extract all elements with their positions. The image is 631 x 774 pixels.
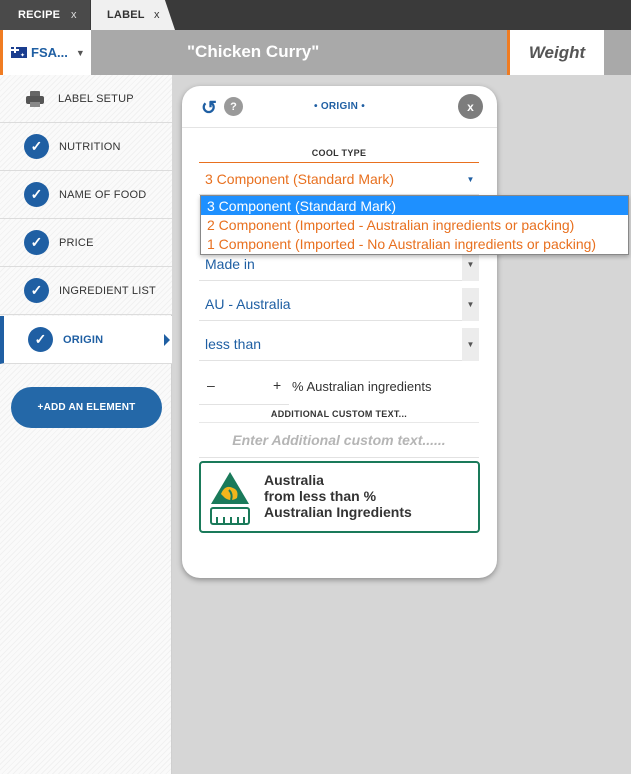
dropdown-option-2-component[interactable]: 2 Component (Imported - Australian ingre… (201, 215, 628, 234)
cool-type-value: 3 Component (Standard Mark) (205, 170, 395, 187)
cool-type-dropdown: 3 Component (Standard Mark) 2 Component … (200, 195, 629, 255)
check-icon: ✓ (24, 134, 49, 159)
check-icon: ✓ (24, 230, 49, 255)
sidebar-item-name-of-food[interactable]: ✓ NAME OF FOOD (0, 171, 172, 219)
check-icon: ✓ (24, 182, 49, 207)
preview-text: Australia from less than % Australian In… (264, 472, 412, 520)
country-select[interactable]: AU - Australia ▼ (199, 288, 479, 321)
recipe-title: "Chicken Curry" (187, 42, 320, 61)
sidebar-item-label: ORIGIN (63, 333, 104, 346)
preview-line-country: Australia (264, 472, 324, 488)
preview-line-ingredients: Australian Ingredients (264, 504, 412, 520)
dropdown-option-1-component[interactable]: 1 Component (Imported - No Australian in… (201, 234, 628, 253)
sidebar-item-ingredient-list[interactable]: ✓ INGREDIENT LIST (0, 267, 172, 315)
printer-icon (26, 90, 44, 107)
tab-recipe[interactable]: RECIPE x (0, 0, 90, 30)
tab-label-close-icon[interactable]: x (154, 9, 160, 21)
chevron-right-icon (164, 334, 170, 346)
tab-recipe-label: RECIPE (18, 9, 61, 21)
sidebar-item-price[interactable]: ✓ PRICE (0, 219, 172, 267)
chevron-down-icon: ▼ (75, 47, 85, 58)
sidebar-item-label: LABEL SETUP (58, 92, 134, 105)
sidebar-item-origin[interactable]: ✓ ORIGIN (0, 316, 172, 364)
chevron-down-icon: ▼ (466, 175, 475, 184)
region-selector[interactable]: FSA... ▼ (0, 30, 91, 75)
comparison-select[interactable]: less than ▼ (199, 328, 479, 361)
tab-label-label: LABEL (107, 9, 145, 21)
percent-ingredients-label: % Australian ingredients (292, 379, 432, 394)
sidebar-item-label: NUTRITION (59, 140, 121, 153)
custom-text-input[interactable]: Enter Additional custom text...... (199, 422, 479, 458)
tab-recipe-close-icon[interactable]: x (71, 9, 77, 21)
preview-line-claim: from less than % (264, 488, 377, 504)
country-value: AU - Australia (205, 296, 291, 312)
australia-flag-icon (11, 47, 27, 59)
panel-header: ↺ ? • ORIGIN • x (182, 86, 497, 128)
sidebar-item-nutrition[interactable]: ✓ NUTRITION (0, 123, 172, 171)
header-right-filler (604, 30, 631, 75)
origin-panel: ↺ ? • ORIGIN • x COOL TYPE 3 Component (… (182, 86, 497, 578)
panel-title: • ORIGIN • (313, 101, 366, 112)
sidebar-item-label: INGREDIENT LIST (59, 284, 156, 297)
custom-text-label: ADDITIONAL CUSTOM TEXT... (270, 409, 408, 419)
decrement-button[interactable]: – (207, 377, 215, 393)
sidebar-item-label: PRICE (59, 236, 94, 249)
australian-made-logo-icon (210, 472, 250, 525)
check-icon: ✓ (28, 327, 53, 352)
label-preview: Australia from less than % Australian In… (199, 461, 480, 533)
comparison-value: less than (205, 336, 262, 352)
increment-button[interactable]: + (273, 377, 281, 393)
check-icon: ✓ (24, 278, 49, 303)
region-label: FSA... (31, 45, 68, 60)
weight-button[interactable]: Weight (507, 30, 604, 75)
chevron-down-icon: ▼ (462, 328, 479, 361)
dropdown-option-3-component[interactable]: 3 Component (Standard Mark) (201, 196, 628, 215)
close-icon[interactable]: x (458, 94, 483, 119)
cool-type-select[interactable]: 3 Component (Standard Mark) ▼ (199, 162, 479, 195)
tab-label[interactable]: LABEL x (91, 0, 175, 30)
cool-type-label: COOL TYPE (311, 148, 367, 158)
sidebar-item-label-setup[interactable]: LABEL SETUP (0, 75, 172, 123)
chevron-down-icon: ▼ (462, 288, 479, 321)
add-element-button[interactable]: +ADD AN ELEMENT (11, 387, 162, 428)
made-in-value: Made in (205, 256, 255, 272)
percentage-stepper[interactable]: – + (199, 369, 289, 405)
sidebar-item-label: NAME OF FOOD (59, 188, 147, 201)
